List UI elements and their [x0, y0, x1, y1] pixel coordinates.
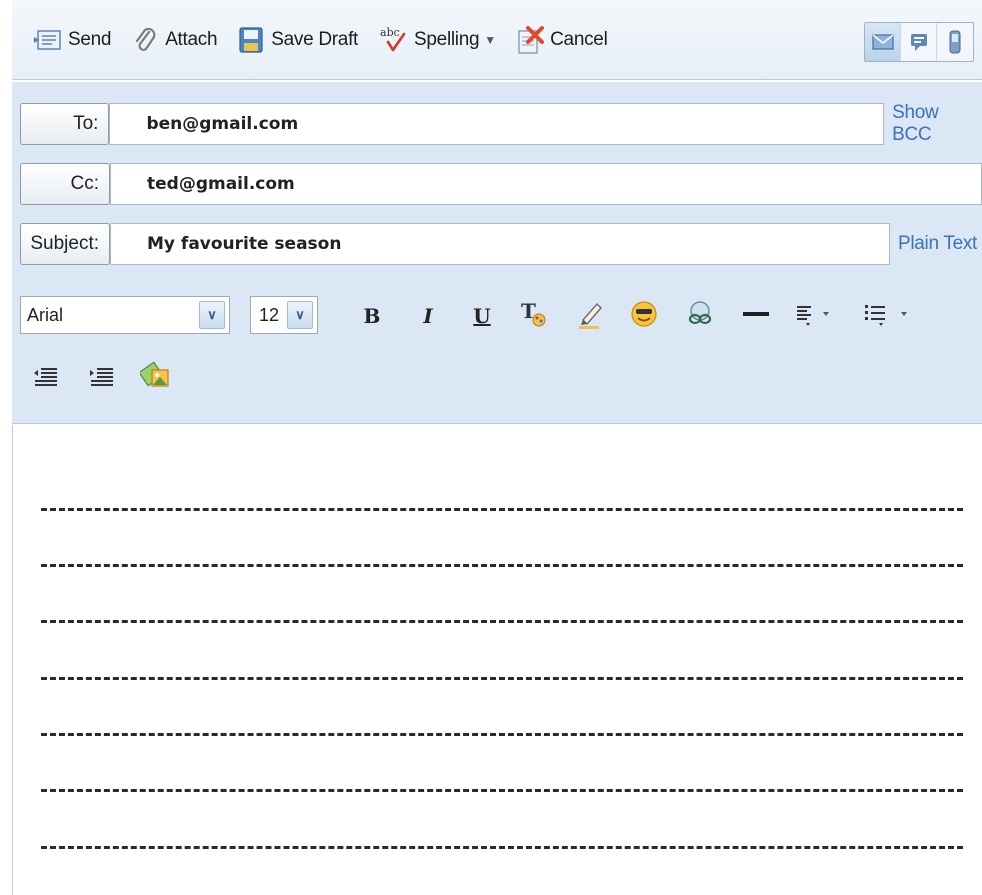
chevron-down-icon: ∨ [199, 301, 225, 329]
align-button[interactable] [792, 298, 842, 330]
plain-text-link[interactable]: Plain Text [898, 233, 977, 255]
view-mode-group [864, 22, 974, 62]
chevron-down-icon: ∨ [287, 301, 313, 329]
insert-image-icon [140, 361, 169, 387]
blank-writing-line [41, 508, 963, 511]
insert-link-button[interactable] [684, 298, 716, 330]
highlight-button[interactable] [574, 298, 606, 330]
cc-row: Cc: ted@gmail.com [20, 162, 982, 206]
attach-label: Attach [165, 28, 218, 50]
send-icon [34, 26, 62, 54]
sms-view-button[interactable] [937, 23, 973, 61]
spellcheck-icon: abc [378, 26, 408, 54]
text-color-icon: T [521, 299, 546, 327]
show-bcc-link[interactable]: Show BCC [892, 102, 982, 146]
cancel-icon [516, 25, 545, 54]
attach-button[interactable]: Attach [131, 20, 218, 60]
cancel-label: Cancel [550, 28, 608, 50]
blank-writing-line [41, 846, 963, 849]
bullet-list-icon [865, 305, 907, 326]
paperclip-icon [131, 26, 159, 54]
font-size-select[interactable]: 12 ∨ [250, 296, 318, 334]
emoticon-icon [631, 301, 657, 327]
insert-image-button[interactable] [140, 358, 172, 390]
subject-button[interactable]: Subject: [20, 223, 110, 265]
font-family-value: Arial [27, 304, 64, 325]
send-button[interactable]: Send [34, 20, 111, 60]
to-button[interactable]: To: [20, 103, 110, 145]
mobile-phone-icon [949, 30, 961, 54]
font-size-value: 12 [259, 304, 280, 325]
bold-label: B [363, 304, 381, 328]
blank-writing-line [41, 733, 963, 736]
spelling-button[interactable]: abc Spelling ▼ [378, 20, 496, 60]
send-label: Send [68, 28, 112, 50]
cc-button[interactable]: Cc: [20, 163, 110, 205]
italic-label: I [423, 304, 433, 328]
spelling-label: Spelling [414, 28, 480, 50]
underline-label: U [473, 304, 491, 328]
italic-button[interactable]: I [412, 300, 444, 332]
horizontal-rule-icon [743, 312, 769, 316]
compose-header: To: ben@gmail.com Show BCC Cc: ted@gmail… [12, 82, 982, 424]
font-family-select[interactable]: Arial ∨ [20, 296, 230, 334]
indent-button[interactable] [86, 360, 118, 392]
cc-field[interactable]: ted@gmail.com [110, 163, 982, 205]
blank-writing-line [41, 564, 963, 567]
subject-row: Subject: My favourite season Plain Text [20, 222, 977, 266]
email-view-button[interactable] [865, 23, 901, 61]
highlighter-icon [579, 302, 602, 329]
align-icon [797, 306, 829, 326]
outdent-button[interactable] [30, 360, 62, 392]
cancel-button[interactable]: Cancel [516, 20, 608, 60]
emoticon-button[interactable] [628, 298, 660, 330]
outdent-icon [34, 368, 57, 386]
compose-toolbar: Send Attach Save Draft abc Spelling ▼ Ca… [12, 0, 982, 80]
text-color-button[interactable]: T [518, 298, 550, 330]
subject-field[interactable]: My favourite season [110, 223, 890, 265]
message-body[interactable] [12, 425, 982, 895]
to-field[interactable]: ben@gmail.com [109, 103, 885, 145]
blank-writing-line [41, 789, 963, 792]
envelope-icon [871, 34, 894, 50]
blank-writing-line [41, 620, 963, 623]
floppy-disk-icon [237, 26, 265, 54]
horizontal-rule-button[interactable] [740, 298, 772, 330]
to-row: To: ben@gmail.com Show BCC [20, 102, 982, 146]
insert-link-icon [688, 301, 712, 325]
indent-icon [90, 368, 113, 386]
speech-bubble-icon [910, 34, 927, 51]
save-draft-button[interactable]: Save Draft [237, 20, 358, 60]
chat-view-button[interactable] [901, 23, 937, 61]
save-draft-label: Save Draft [271, 28, 359, 50]
chevron-down-icon: ▼ [484, 32, 497, 47]
bullet-list-button[interactable] [860, 298, 916, 330]
blank-writing-line [41, 677, 963, 680]
underline-button[interactable]: U [466, 300, 498, 332]
bold-button[interactable]: B [356, 300, 388, 332]
